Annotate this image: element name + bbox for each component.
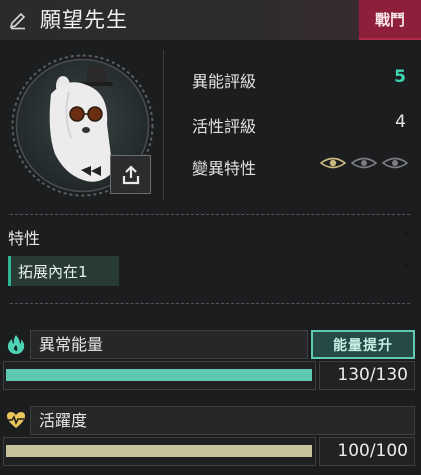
vertical-divider	[163, 50, 164, 200]
header-bar: 願望先生 戰鬥	[0, 0, 421, 40]
activity-rating-value: 4	[395, 112, 406, 132]
trait-chip[interactable]: 拓展內在1	[8, 256, 119, 286]
ability-rating-value: 5	[394, 67, 406, 87]
ability-rating-label: 異能評級	[192, 72, 257, 91]
mutation-trait-label: 變異特性	[192, 159, 257, 178]
anomaly-energy-label: 異常能量	[30, 330, 308, 359]
export-button[interactable]	[110, 155, 151, 194]
vitality-bar	[6, 445, 312, 457]
character-name: 願望先生	[40, 8, 128, 32]
eye-icon	[350, 157, 378, 169]
energy-value: 130/130	[319, 361, 415, 390]
activity-rating-label: 活性評級	[192, 117, 257, 136]
section-divider	[10, 214, 410, 215]
combat-tag: 戰鬥	[359, 0, 421, 40]
pencil-edit-icon[interactable]	[8, 10, 28, 30]
vitality-label: 活躍度	[30, 406, 415, 435]
flame-icon	[7, 335, 25, 354]
share-upload-icon	[122, 164, 139, 184]
vitality-bar-fill	[6, 445, 312, 457]
eye-icon	[381, 157, 408, 169]
energy-boost-button[interactable]: 能量提升	[311, 330, 415, 359]
energy-bar-fill	[6, 369, 312, 381]
decor-dot	[404, 263, 408, 267]
decor-dot	[404, 232, 408, 236]
traits-section-title: 特性	[8, 229, 41, 248]
section-divider	[10, 303, 410, 304]
eye-icon	[320, 157, 347, 169]
heart-pulse-icon	[7, 412, 25, 428]
vitality-value: 100/100	[319, 437, 415, 466]
mutation-level-indicator	[320, 157, 408, 169]
energy-bar	[6, 369, 312, 381]
